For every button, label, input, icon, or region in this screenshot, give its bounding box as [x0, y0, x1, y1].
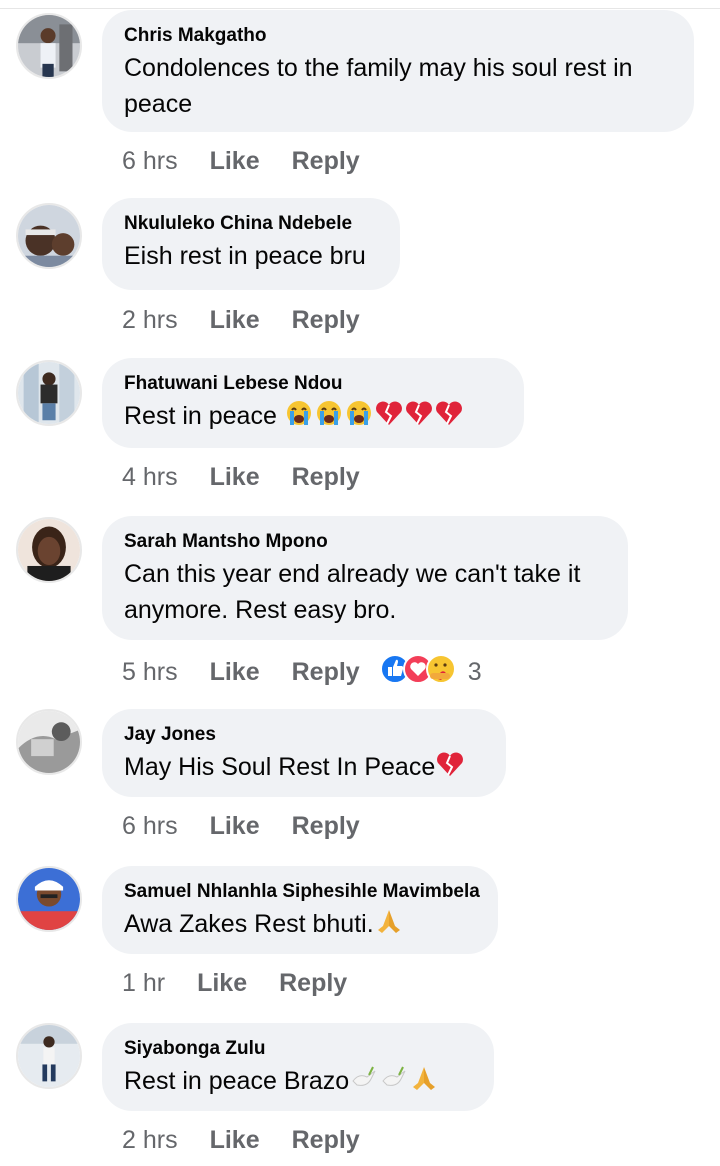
like-button[interactable]: Like [210, 811, 260, 841]
comment-actions: 2 hrs Like Reply [122, 305, 360, 335]
dove-icon [349, 1063, 379, 1103]
avatar[interactable] [16, 203, 82, 269]
comment-actions: 4 hrs Like Reply [122, 462, 360, 492]
comment-bubble: Sarah Mantsho Mpono Can this year end al… [102, 516, 628, 640]
reply-button[interactable]: Reply [279, 968, 347, 998]
comment-text: Eish rest in peace bru [124, 242, 366, 270]
folded-hands-icon [374, 906, 404, 946]
reply-button[interactable]: Reply [292, 146, 360, 176]
comment-text: Condolences to the family may his soul r… [124, 54, 633, 118]
like-button[interactable]: Like [210, 462, 260, 492]
reactions-summary[interactable] [379, 654, 464, 691]
dove-icon [379, 1063, 409, 1103]
comment-author[interactable]: Samuel Nhlanhla Siphesihle Mavimbela [124, 880, 480, 904]
comment-time[interactable]: 1 hr [122, 968, 165, 998]
like-button[interactable]: Like [210, 146, 260, 176]
comment-text-content: Awa Zakes Rest bhuti. [124, 910, 374, 938]
crying-face-icon [314, 398, 344, 438]
avatar[interactable] [16, 360, 82, 426]
folded-hands-icon [409, 1063, 439, 1103]
comment-actions: 6 hrs Like Reply [122, 811, 360, 841]
reply-button[interactable]: Reply [292, 462, 360, 492]
comment-bubble: Nkululeko China Ndebele Eish rest in pea… [102, 198, 400, 290]
avatar[interactable] [16, 517, 82, 583]
comment-time[interactable]: 4 hrs [122, 462, 178, 492]
avatar[interactable] [16, 866, 82, 932]
comment-time[interactable]: 2 hrs [122, 1125, 178, 1155]
comment-bubble: Siyabonga Zulu Rest in peace Brazo [102, 1023, 494, 1111]
like-button[interactable]: Like [210, 657, 260, 687]
comment-author[interactable]: Jay Jones [124, 723, 484, 747]
comment-text-content: Rest in peace Brazo [124, 1067, 350, 1095]
reply-button[interactable]: Reply [292, 657, 360, 687]
comment-text: May His Soul Rest In Peace [124, 749, 484, 789]
comment-actions: 1 hr Like Reply [122, 968, 347, 998]
comment-text: Awa Zakes Rest bhuti. [124, 906, 476, 946]
comment-time[interactable]: 6 hrs [122, 146, 178, 176]
comment-text-content: May His Soul Rest In Peace [124, 753, 436, 781]
comment-author[interactable]: Nkululeko China Ndebele [124, 212, 378, 236]
broken-heart-icon [374, 398, 404, 438]
crying-face-icon [284, 398, 314, 438]
comment-bubble: Fhatuwani Lebese Ndou Rest in peace [102, 358, 524, 448]
broken-heart-icon [435, 749, 465, 789]
comment-bubble: Chris Makgatho Condolences to the family… [102, 10, 694, 132]
comment-text: Rest in peace [124, 398, 502, 438]
comment-bubble: Samuel Nhlanhla Siphesihle Mavimbela Awa… [102, 866, 498, 954]
comment-author[interactable]: Siyabonga Zulu [124, 1037, 472, 1061]
like-button[interactable]: Like [210, 305, 260, 335]
comment-actions: 6 hrs Like Reply [122, 146, 360, 176]
avatar[interactable] [16, 1023, 82, 1089]
comment-bubble: Jay Jones May His Soul Rest In Peace [102, 709, 506, 797]
comment-actions: 5 hrs Like Reply 3 [122, 654, 482, 691]
top-divider [0, 8, 720, 9]
comment-author[interactable]: Fhatuwani Lebese Ndou [124, 372, 502, 396]
reply-button[interactable]: Reply [292, 305, 360, 335]
avatar[interactable] [16, 13, 82, 79]
reply-button[interactable]: Reply [292, 811, 360, 841]
reaction-count[interactable]: 3 [468, 657, 482, 687]
like-button[interactable]: Like [197, 968, 247, 998]
reply-button[interactable]: Reply [292, 1125, 360, 1155]
comment-time[interactable]: 2 hrs [122, 305, 178, 335]
comment-actions: 2 hrs Like Reply [122, 1125, 360, 1155]
broken-heart-icon [404, 398, 434, 438]
crying-face-icon [344, 398, 374, 438]
comment-time[interactable]: 6 hrs [122, 811, 178, 841]
comment-text-content: Rest in peace [124, 402, 277, 430]
avatar[interactable] [16, 709, 82, 775]
comment-author[interactable]: Sarah Mantsho Mpono [124, 530, 606, 554]
like-button[interactable]: Like [210, 1125, 260, 1155]
comment-text: Can this year end already we can't take … [124, 560, 581, 624]
comment-author[interactable]: Chris Makgatho [124, 24, 672, 48]
comment-text: Rest in peace Brazo [124, 1063, 472, 1103]
care-reaction-icon [425, 654, 456, 684]
broken-heart-icon [434, 398, 464, 438]
comment-time[interactable]: 5 hrs [122, 657, 178, 687]
